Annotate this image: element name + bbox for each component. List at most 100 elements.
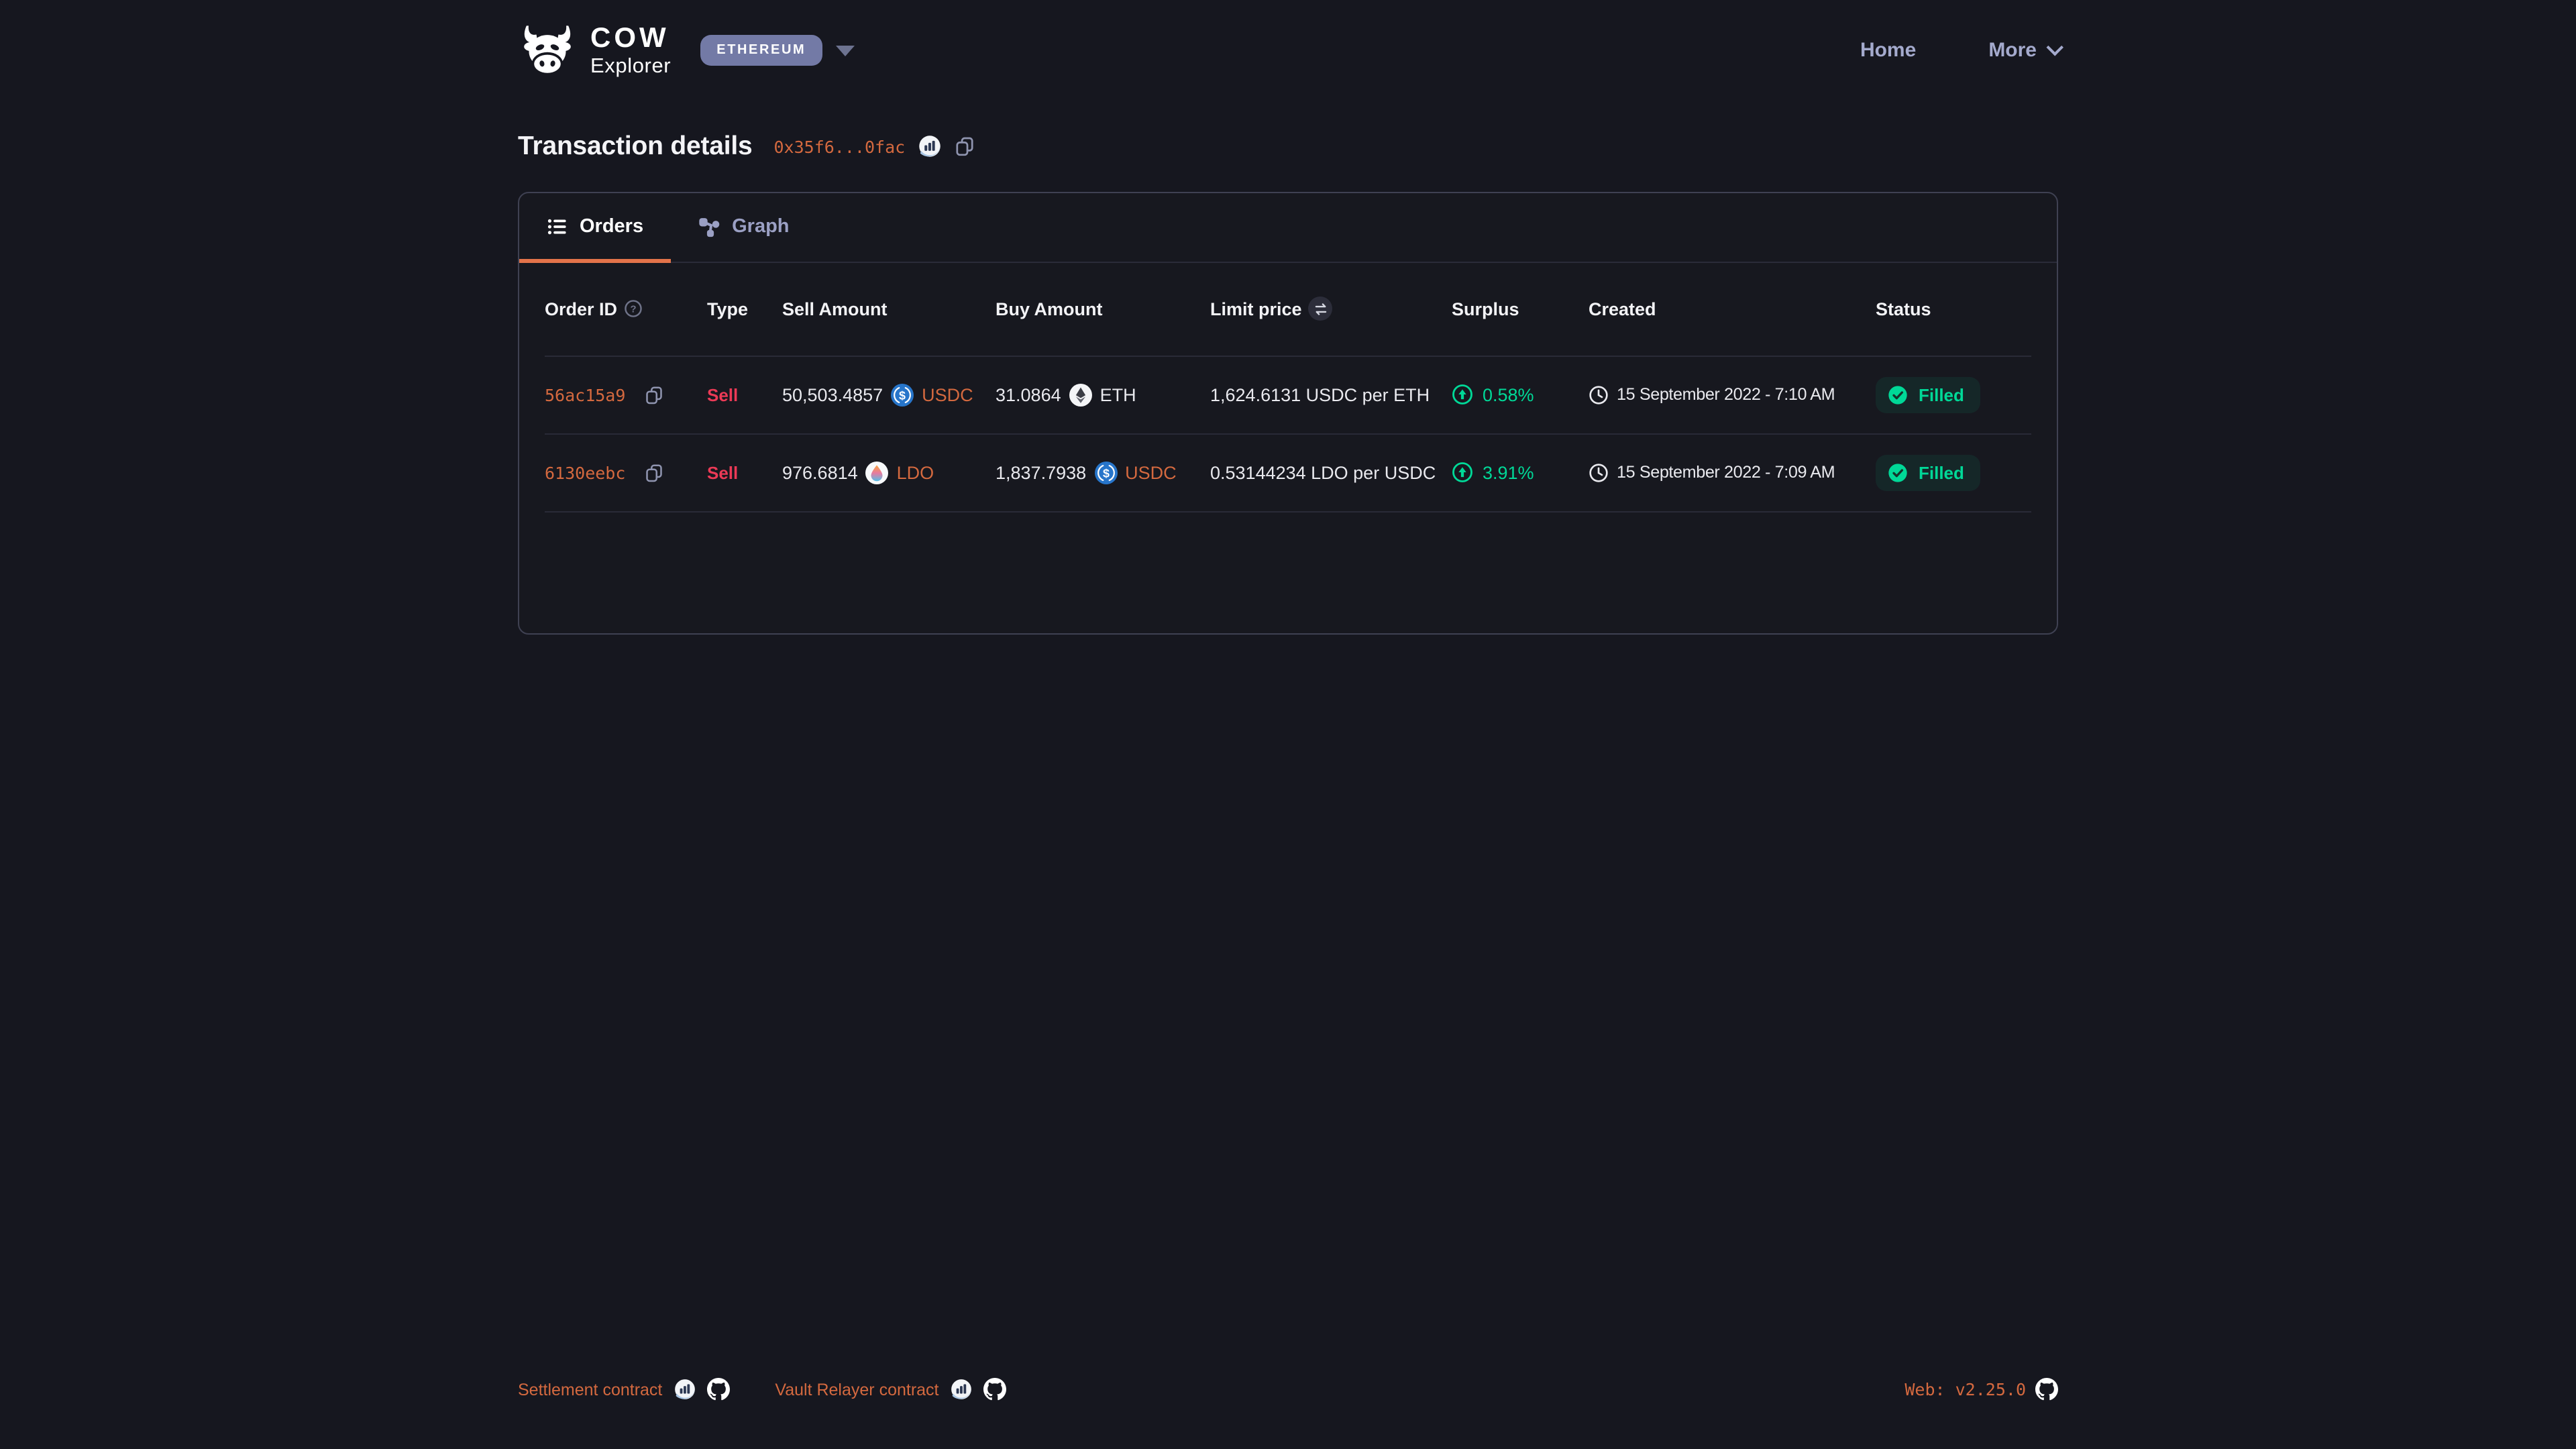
chevron-down-icon (835, 46, 854, 56)
order-id-link[interactable]: 56ac15a9 (545, 384, 625, 405)
etherscan-icon[interactable] (950, 1378, 973, 1401)
col-surplus-label: Surplus (1452, 299, 1519, 319)
col-created-label: Created (1589, 299, 1656, 319)
col-type: Type (707, 299, 782, 319)
tab-orders[interactable]: Orders (519, 193, 670, 261)
settlement-contract-link[interactable]: Settlement contract (518, 1380, 662, 1399)
etherscan-icon[interactable] (917, 134, 941, 158)
col-sell-amount-label: Sell Amount (782, 299, 888, 319)
sell-token-link[interactable]: USDC (922, 384, 973, 405)
github-icon[interactable] (2035, 1378, 2058, 1401)
order-row: 56ac15a9 Sell 50,503.4857 $ (545, 356, 2031, 434)
cow-logo-icon (518, 26, 577, 76)
limit-price-cell: 1,624.6131 USDC per ETH (1210, 384, 1452, 405)
col-limit-price-label: Limit price (1210, 299, 1302, 319)
col-status-label: Status (1876, 299, 1931, 319)
col-order-id-label: Order ID (545, 299, 617, 319)
tab-bar: Orders Graph (519, 193, 2057, 262)
tab-graph-label: Graph (732, 216, 789, 237)
limit-price-cell: 0.53144234 LDO per USDC (1210, 462, 1452, 482)
surplus-cell: 3.91% (1452, 462, 1589, 483)
check-circle-icon (1888, 462, 1908, 482)
github-icon[interactable] (983, 1378, 1006, 1401)
created-cell: 15 September 2022 - 7:09 AM (1589, 462, 1876, 482)
check-circle-icon (1888, 384, 1908, 405)
web-version-group: Web: v2.25.0 (1904, 1378, 2058, 1401)
surplus-value: 0.58% (1483, 384, 1534, 405)
order-row: 6130eebc Sell 976.6814 (545, 434, 2031, 512)
tx-hash-link[interactable]: 0x35f6...0fac (774, 136, 906, 156)
network-badge[interactable]: ETHEREUM (700, 36, 822, 66)
col-sell-amount: Sell Amount (782, 299, 996, 319)
eth-icon (1069, 383, 1092, 406)
col-order-id: Order ID ? (545, 299, 707, 319)
sell-token-link[interactable]: LDO (897, 462, 934, 482)
cow-explorer-logo[interactable]: COW Explorer (518, 24, 671, 77)
status-label: Filled (1919, 384, 1964, 405)
limit-price-value: 1,624.6131 USDC per ETH (1210, 384, 1430, 405)
footer: Settlement contract (0, 1378, 2576, 1401)
created-value: 15 September 2022 - 7:10 AM (1617, 385, 1835, 404)
usdc-icon: $ (1094, 461, 1117, 484)
created-value: 15 September 2022 - 7:09 AM (1617, 463, 1835, 482)
order-id-link[interactable]: 6130eebc (545, 462, 625, 482)
explorer-app: COW Explorer ETHEREUM Home More Transact… (0, 0, 2576, 1449)
buy-amount-value: 1,837.7938 (996, 462, 1086, 482)
col-buy-amount: Buy Amount (996, 299, 1210, 319)
copy-icon[interactable] (644, 462, 664, 482)
tab-orders-label: Orders (580, 216, 643, 237)
etherscan-icon[interactable] (673, 1378, 696, 1401)
sell-amount-value: 976.6814 (782, 462, 858, 482)
help-icon[interactable]: ? (624, 299, 643, 318)
tab-graph[interactable]: Graph (670, 193, 816, 261)
chevron-down-icon (2047, 40, 2063, 56)
sell-amount-value: 50,503.4857 (782, 384, 883, 405)
graph-icon (697, 215, 720, 238)
copy-icon[interactable] (953, 136, 975, 157)
surplus-value: 3.91% (1483, 462, 1534, 482)
github-icon[interactable] (706, 1378, 729, 1401)
col-type-label: Type (707, 299, 748, 319)
buy-token-label: ETH (1100, 384, 1136, 405)
title-row: Transaction details 0x35f6...0fac (518, 131, 2058, 162)
created-cell: 15 September 2022 - 7:10 AM (1589, 384, 1876, 405)
buy-token-link[interactable]: USDC (1125, 462, 1177, 482)
nav-item-more[interactable]: More (1988, 40, 2058, 62)
surplus-cell: 0.58% (1452, 384, 1589, 405)
swap-icon[interactable] (1309, 297, 1333, 321)
buy-amount-cell: 31.0864 ETH (996, 383, 1210, 406)
col-status: Status (1876, 299, 2033, 319)
nav-item-home[interactable]: Home (1860, 40, 1916, 62)
vault-relayer-contract-group: Vault Relayer contract (775, 1378, 1006, 1401)
tx-hash-group: 0x35f6...0fac (774, 134, 975, 158)
status-cell: Filled (1876, 376, 2033, 413)
status-badge: Filled (1876, 454, 1980, 490)
order-id-cell: 6130eebc (545, 462, 707, 482)
status-badge: Filled (1876, 376, 1980, 413)
col-surplus: Surplus (1452, 299, 1589, 319)
svg-text:$: $ (1102, 466, 1109, 479)
settlement-contract-group: Settlement contract (518, 1378, 729, 1401)
clock-icon (1589, 384, 1609, 405)
type-cell: Sell (707, 462, 782, 482)
web-version-link[interactable]: Web: v2.25.0 (1904, 1379, 2026, 1399)
arrow-up-circle-icon (1452, 384, 1473, 405)
main-nav: Home More (1860, 40, 2058, 62)
logo-wordmark: COW Explorer (590, 24, 671, 77)
order-type: Sell (707, 462, 738, 482)
usdc-icon: $ (891, 383, 914, 406)
network-selector[interactable]: ETHEREUM (700, 36, 854, 66)
nav-more-label: More (1988, 40, 2037, 62)
limit-price-value: 0.53144234 LDO per USDC (1210, 462, 1436, 482)
buy-amount-value: 31.0864 (996, 384, 1061, 405)
orders-table: Order ID ? Type Sell Amount Buy Amount L… (519, 262, 2057, 512)
status-label: Filled (1919, 462, 1964, 482)
logo-subtitle: Explorer (590, 56, 671, 77)
copy-icon[interactable] (644, 384, 664, 405)
clock-icon (1589, 462, 1609, 482)
vault-relayer-contract-link[interactable]: Vault Relayer contract (775, 1380, 938, 1399)
svg-text:$: $ (899, 388, 906, 401)
list-icon (546, 216, 568, 237)
sell-amount-cell: 50,503.4857 $ USDC (782, 383, 996, 406)
col-limit-price: Limit price (1210, 297, 1452, 321)
